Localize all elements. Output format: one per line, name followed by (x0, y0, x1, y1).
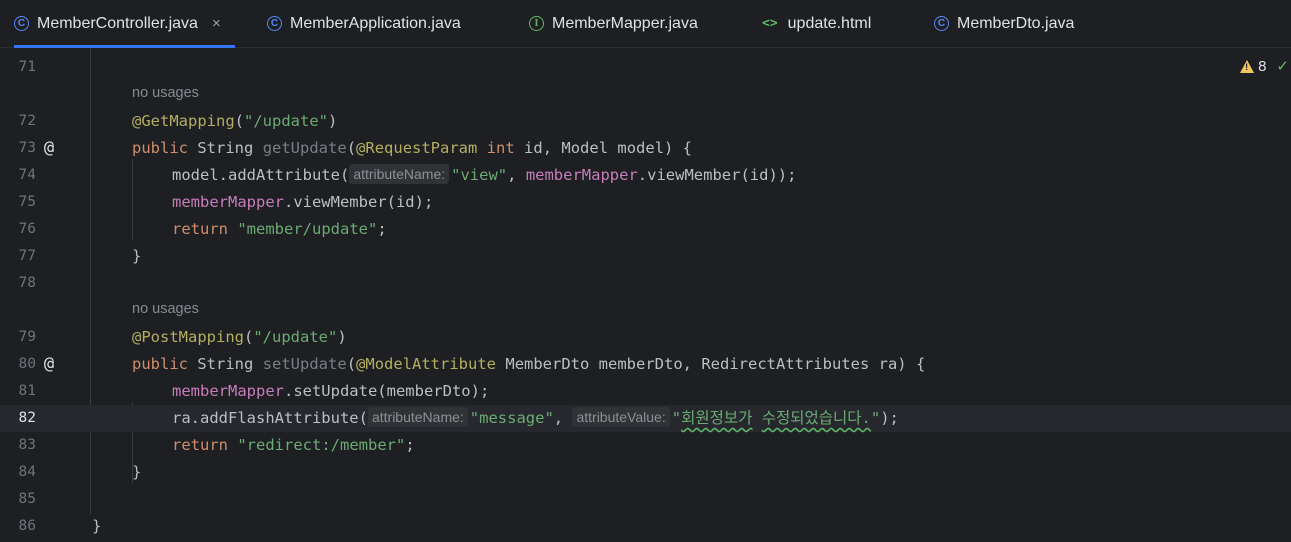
line-number: 72 (18, 113, 36, 129)
class-icon: C (267, 16, 282, 31)
tab-update-html[interactable]: <> update.html (762, 0, 871, 47)
tab-label: MemberDto.java (957, 14, 1075, 32)
code-line: 75 memberMapper.viewMember(id); (0, 189, 1291, 216)
line-number: 76 (18, 221, 36, 237)
code-text: public String getUpdate(@RequestParam in… (132, 139, 693, 157)
code-line: 86 } (0, 513, 1291, 540)
tab-memberdto[interactable]: C MemberDto.java (934, 0, 1074, 47)
line-number: 81 (18, 383, 36, 399)
line-number: 77 (18, 248, 36, 264)
line-number: 79 (18, 329, 36, 345)
line-number: 73 (18, 140, 36, 156)
class-icon: C (14, 16, 29, 31)
tab-membermapper[interactable]: I MemberMapper.java (529, 0, 698, 47)
tab-label: update.html (787, 14, 872, 32)
line-number: 86 (18, 518, 36, 534)
code-text: ra.addFlashAttribute(attributeName: "mess… (172, 407, 899, 427)
line-number: 83 (18, 437, 36, 453)
line-number: 85 (18, 491, 36, 507)
code-line: 80 @ public String setUpdate(@ModelAttri… (0, 351, 1291, 378)
code-line: 81 memberMapper.setUpdate(memberDto); (0, 378, 1291, 405)
code-line: 76 return "member/update"; (0, 216, 1291, 243)
close-icon[interactable]: × (212, 15, 221, 32)
usages-hint[interactable]: no usages (132, 85, 199, 101)
tab-memberapplication[interactable]: C MemberApplication.java (267, 0, 461, 47)
code-line: 73 @ public String getUpdate(@RequestPar… (0, 135, 1291, 162)
code-line-current: 82 ra.addFlashAttribute(attributeName: "m… (0, 405, 1291, 432)
code-text: } (92, 517, 102, 535)
code-text: model.addAttribute(attributeName: "view",… (172, 164, 797, 184)
code-text: public String setUpdate(@ModelAttribute … (132, 355, 926, 373)
tab-label: MemberController.java (37, 14, 198, 32)
usages-hint[interactable]: no usages (132, 301, 199, 317)
interface-icon: I (529, 16, 544, 31)
tab-membercontroller[interactable]: C MemberController.java × (14, 0, 235, 48)
parameter-hint: attributeName: (349, 164, 450, 184)
parameter-hint: attributeName: (367, 407, 468, 427)
code-line: 74 model.addAttribute(attributeName: "vie… (0, 162, 1291, 189)
code-line: 72 @GetMapping("/update") (0, 108, 1291, 135)
code-line: 71 (0, 54, 1291, 81)
editor-tab-bar: C MemberController.java × C MemberApplic… (0, 0, 1291, 48)
line-number: 80 (18, 356, 36, 372)
code-line: 77 } (0, 243, 1291, 270)
tab-label: MemberMapper.java (552, 14, 698, 32)
code-text: memberMapper.setUpdate(memberDto); (172, 382, 490, 400)
line-number: 75 (18, 194, 36, 210)
code-line: 85 (0, 486, 1291, 513)
line-number: 71 (18, 59, 36, 75)
code-text: @PostMapping("/update") (132, 328, 347, 346)
code-line: 79 @PostMapping("/update") (0, 324, 1291, 351)
code-line: 78 (0, 270, 1291, 297)
line-number: 82 (18, 410, 36, 426)
request-mapping-gutter-icon[interactable]: @ (40, 139, 58, 157)
class-icon: C (934, 16, 949, 31)
code-text: return "member/update"; (172, 220, 387, 238)
line-number: 78 (18, 275, 36, 291)
code-line: 84 } (0, 459, 1291, 486)
code-text: } (132, 247, 142, 265)
code-editor[interactable]: 71 no usages 72 @GetMapping("/update") 7… (0, 48, 1291, 542)
request-mapping-gutter-icon[interactable]: @ (40, 355, 58, 373)
code-text: return "redirect:/member"; (172, 436, 415, 454)
code-text: @GetMapping("/update") (132, 112, 338, 130)
tab-label: MemberApplication.java (290, 14, 461, 32)
code-text: memberMapper.viewMember(id); (172, 193, 434, 211)
html-icon: <> (762, 16, 778, 31)
line-number: 84 (18, 464, 36, 480)
parameter-hint: attributeValue: (572, 407, 670, 427)
line-number: 74 (18, 167, 36, 183)
code-line: 83 return "redirect:/member"; (0, 432, 1291, 459)
code-text: } (132, 463, 142, 481)
